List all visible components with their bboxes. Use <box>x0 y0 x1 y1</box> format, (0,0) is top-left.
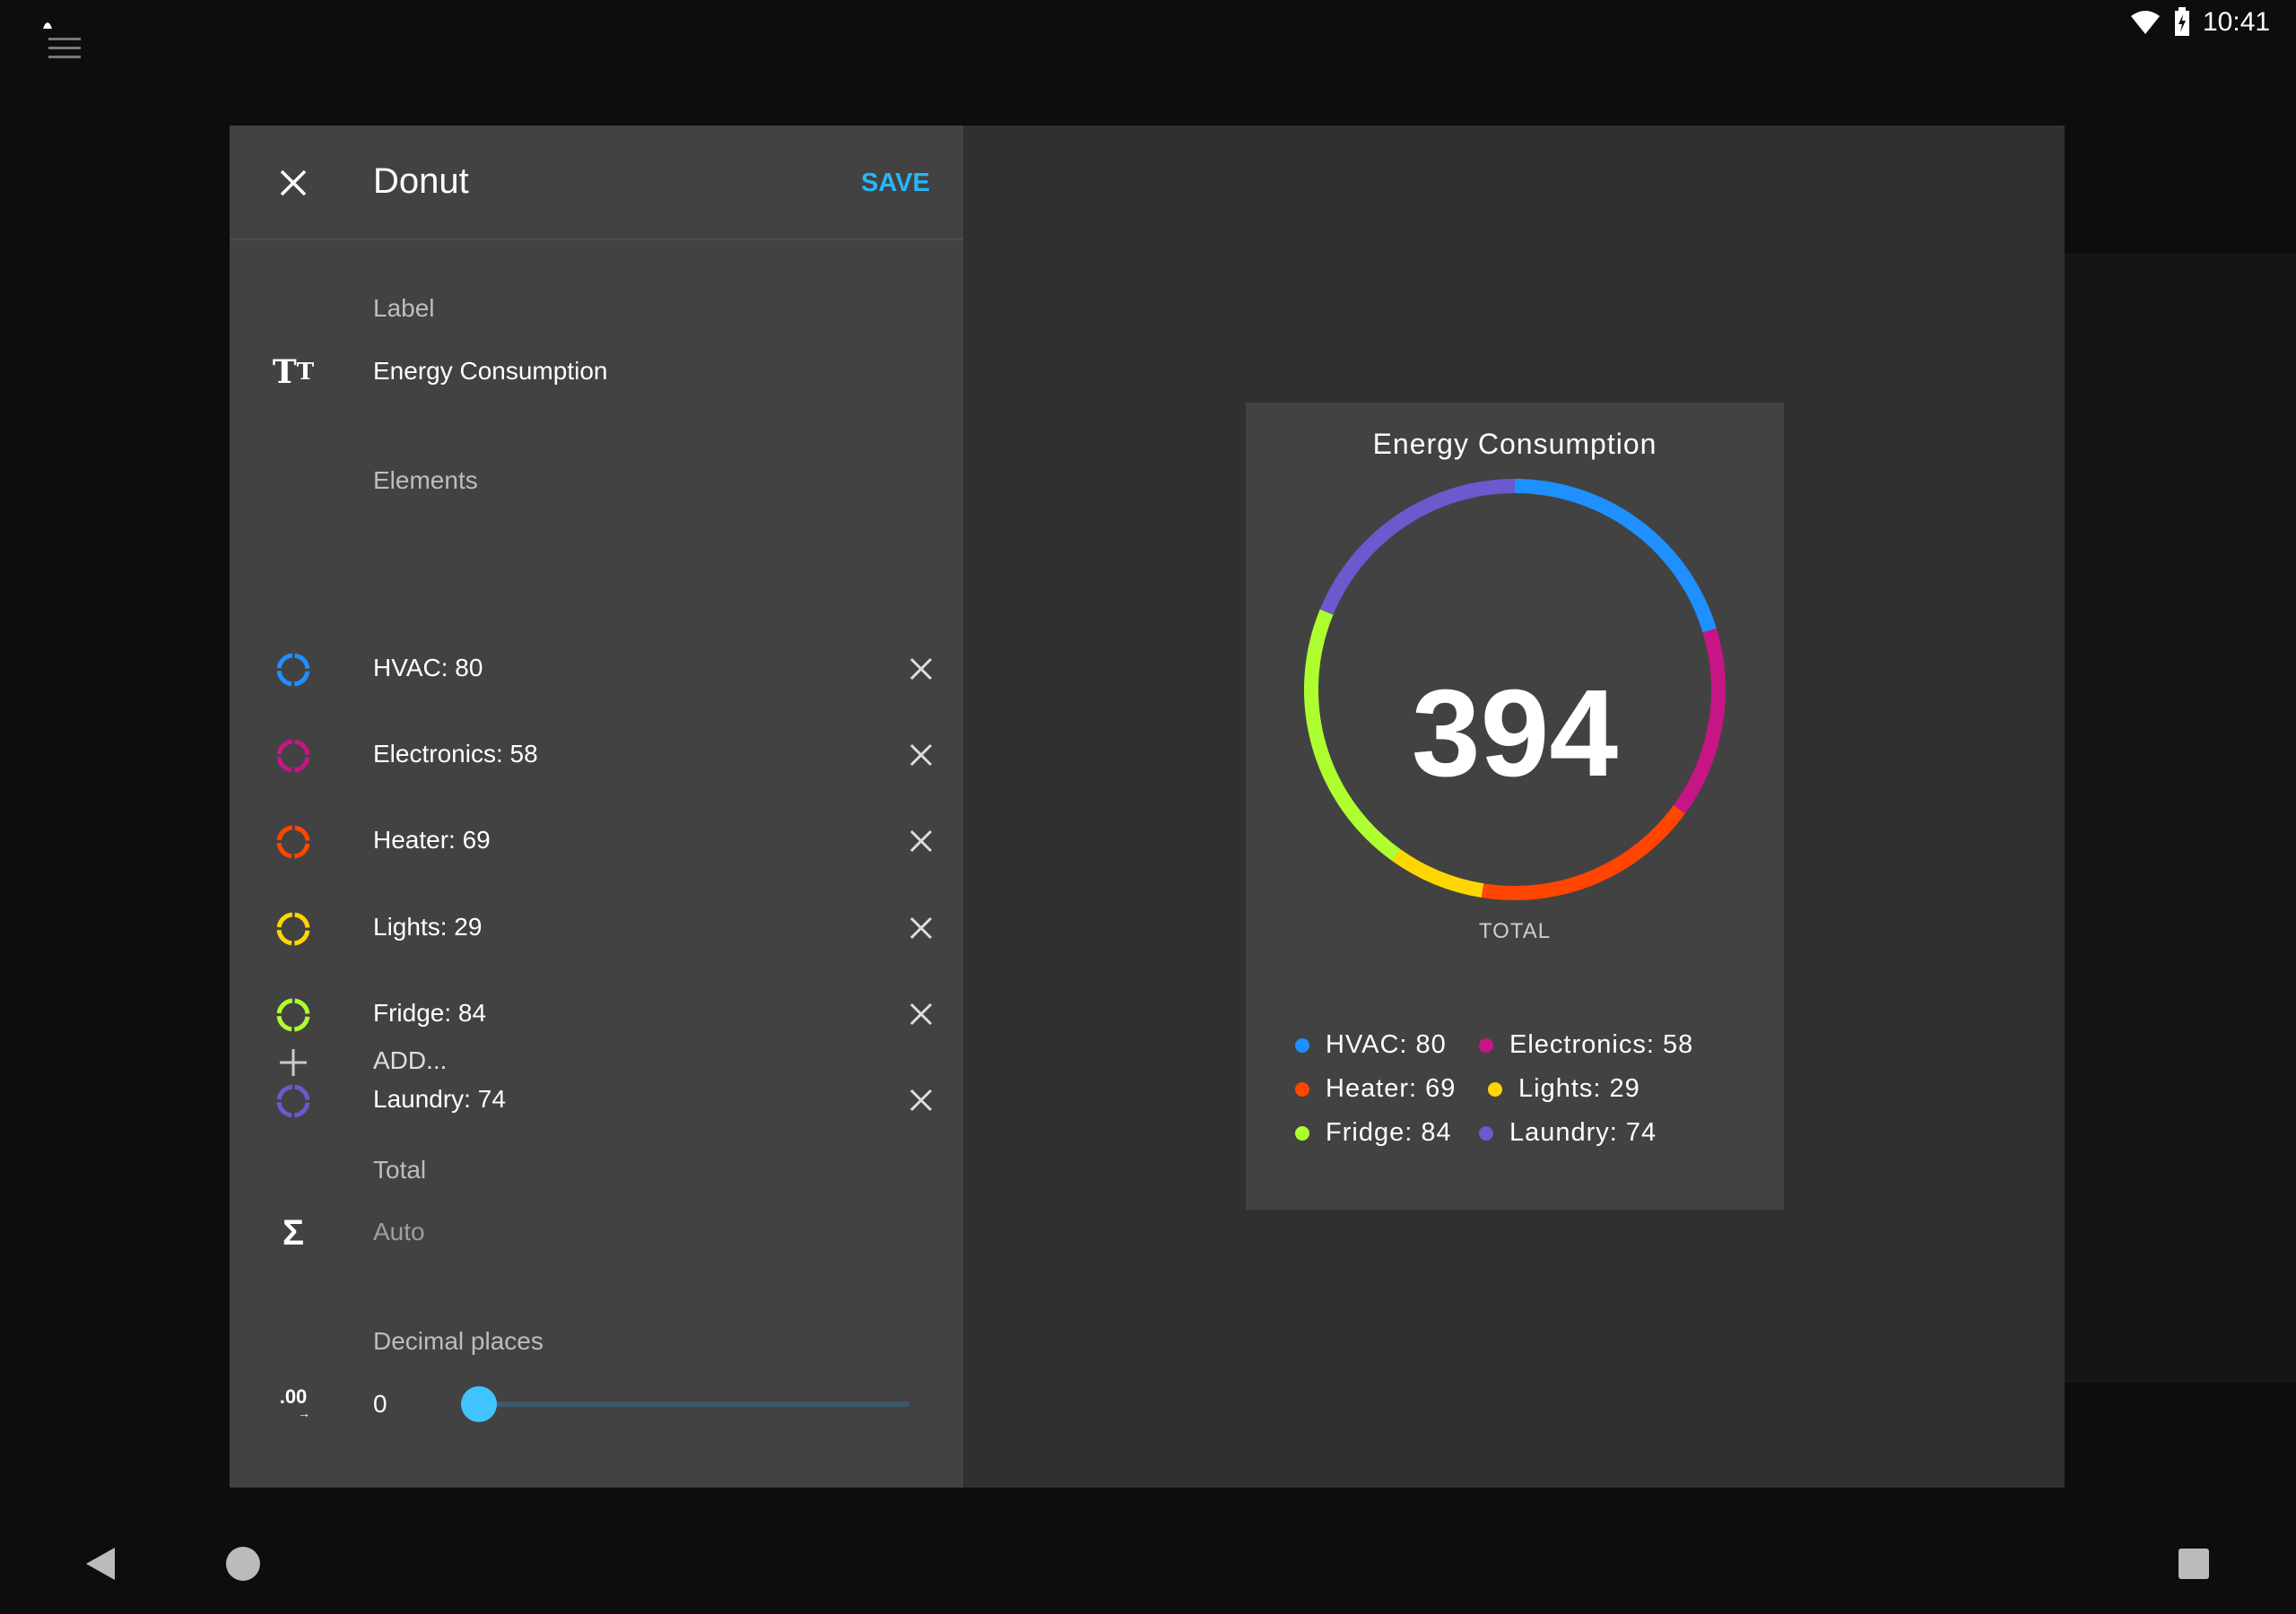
dialog-header: Donut SAVE <box>230 126 963 240</box>
sigma-icon: Σ <box>282 1212 304 1253</box>
legend-item: HVAC: 80 <box>1295 1030 1447 1060</box>
decimal-icon: .00 → <box>279 1385 310 1420</box>
text-size-icon: TT <box>272 353 315 391</box>
legend-swatch <box>1479 1037 1493 1053</box>
donut-widget-preview: Energy Consumption 394 TOTAL HVAC: 80 Ele… <box>1246 403 1784 1210</box>
donut-segment-icon <box>276 912 310 946</box>
element-label[interactable]: Heater: 69 <box>373 826 491 855</box>
label-caption: Label <box>373 294 435 322</box>
decimal-places-slider[interactable] <box>461 1386 909 1422</box>
element-label[interactable]: HVAC: 80 <box>373 654 483 682</box>
legend-label: Heater: 69 <box>1326 1074 1457 1103</box>
add-element-button[interactable]: ADD... <box>373 1046 447 1075</box>
label-input[interactable]: Energy Consumption <box>373 357 875 386</box>
clock: 10:41 <box>2203 7 2271 37</box>
add-icon[interactable] <box>280 1049 307 1076</box>
legend-swatch <box>1295 1037 1309 1053</box>
legend-swatch <box>1295 1125 1309 1141</box>
status-bar: 10:41 <box>0 0 2296 45</box>
legend-swatch <box>1295 1081 1309 1097</box>
settings-panel: Donut SAVE Label TT Energy Consumption E… <box>230 126 963 1488</box>
legend-item: Lights: 29 <box>1488 1074 1640 1104</box>
remove-element-icon[interactable] <box>909 743 933 767</box>
legend-swatch <box>1479 1125 1493 1141</box>
donut-segment-lights <box>1392 848 1484 898</box>
decimal-places-caption: Decimal places <box>373 1327 544 1355</box>
legend-label: Laundry: 74 <box>1509 1118 1657 1147</box>
remove-element-icon[interactable] <box>909 1089 933 1112</box>
total-caption: Total <box>373 1156 427 1184</box>
donut-editor-dialog: Donut SAVE Label TT Energy Consumption E… <box>230 126 2065 1488</box>
remove-element-icon[interactable] <box>909 1002 933 1026</box>
legend-swatch <box>1488 1081 1502 1097</box>
notification-icon <box>43 22 52 29</box>
legend-label: Fridge: 84 <box>1326 1118 1452 1147</box>
battery-charging-icon <box>2175 7 2189 36</box>
donut-segment-icon <box>276 653 310 687</box>
element-label[interactable]: Fridge: 84 <box>373 999 486 1028</box>
decimal-places-value: 0 <box>373 1390 387 1418</box>
legend-label: Electronics: 58 <box>1509 1030 1694 1059</box>
legend-label: HVAC: 80 <box>1326 1030 1447 1059</box>
donut-segment-hvac <box>1514 479 1717 633</box>
remove-element-icon[interactable] <box>909 829 933 853</box>
close-icon[interactable] <box>280 169 307 196</box>
slider-thumb[interactable] <box>461 1386 497 1422</box>
remove-element-icon[interactable] <box>909 657 933 681</box>
legend-label: Lights: 29 <box>1518 1074 1640 1103</box>
slider-track <box>461 1401 909 1407</box>
dialog-title: Donut <box>373 161 469 201</box>
element-label[interactable]: Laundry: 74 <box>373 1085 506 1114</box>
center-total: 394 <box>1411 664 1619 803</box>
background-panel <box>2065 253 2296 1383</box>
element-label[interactable]: Lights: 29 <box>373 913 482 941</box>
donut-segment-icon <box>276 739 310 773</box>
donut-segment-icon <box>276 825 310 859</box>
element-label[interactable]: Electronics: 58 <box>373 740 538 768</box>
donut-segment-icon <box>276 1084 310 1118</box>
legend-item: Heater: 69 <box>1295 1074 1456 1104</box>
remove-element-icon[interactable] <box>909 916 933 940</box>
home-button[interactable] <box>226 1547 260 1581</box>
center-total-label: TOTAL <box>1478 919 1552 943</box>
save-button[interactable]: SAVE <box>861 169 930 198</box>
donut-segment-laundry <box>1319 479 1516 615</box>
menu-icon[interactable] <box>48 38 81 61</box>
chart-title: Energy Consumption <box>1372 428 1657 460</box>
total-input[interactable]: Auto <box>373 1218 425 1246</box>
recents-button[interactable] <box>2179 1549 2209 1579</box>
legend-item: Fridge: 84 <box>1295 1118 1452 1148</box>
donut-segment-icon <box>276 998 310 1032</box>
donut-segment-heater <box>1481 805 1685 900</box>
elements-caption: Elements <box>373 466 478 494</box>
legend-item: Electronics: 58 <box>1479 1030 1693 1060</box>
back-button[interactable] <box>84 1546 117 1582</box>
legend-item: Laundry: 74 <box>1479 1118 1657 1148</box>
wifi-icon <box>2131 11 2160 34</box>
